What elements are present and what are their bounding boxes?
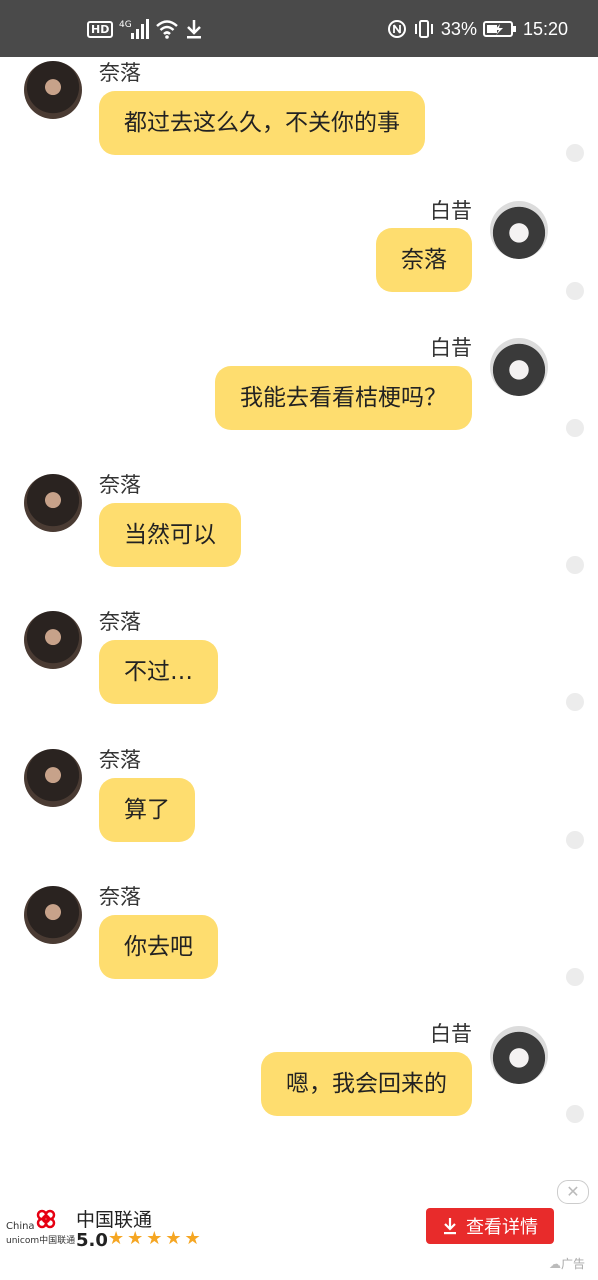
nfc-icon	[387, 19, 407, 39]
ad-close-button[interactable]: ✕	[557, 1180, 589, 1204]
signal-icon: 4G	[119, 18, 150, 40]
hd-icon: HD	[87, 20, 114, 38]
message-status-dot	[566, 831, 584, 849]
sender-name: 白昔	[430, 1022, 472, 1046]
view-details-button[interactable]: 查看详情	[426, 1208, 554, 1244]
vibrate-icon	[413, 19, 435, 39]
message-status-dot	[566, 282, 584, 300]
avatar[interactable]	[24, 61, 82, 119]
network-type-label: 4G	[119, 20, 132, 30]
avatar[interactable]	[24, 749, 82, 807]
message-bubble[interactable]: 算了	[99, 778, 195, 842]
ad-tag-label: 广告	[561, 1257, 586, 1271]
logo-text-line2: unicom中国联通	[6, 1236, 76, 1246]
message-bubble[interactable]: 都过去这么久，不关你的事	[99, 91, 425, 155]
message-bubble[interactable]: 当然可以	[99, 503, 241, 567]
sender-name: 白昔	[430, 199, 472, 223]
ad-rating: 5.0	[76, 1230, 108, 1251]
ad-banner[interactable]: China unicom中国联通 中国联通 5.0 ★★★★★ 查看详情 ✕ ☁…	[0, 1175, 598, 1280]
message-bubble[interactable]: 奈落	[376, 228, 472, 292]
avatar[interactable]	[490, 201, 548, 259]
message-status-dot	[566, 1105, 584, 1123]
message-bubble[interactable]: 你去吧	[99, 915, 218, 979]
status-bar-left: HD 4G	[87, 14, 203, 44]
message-status-dot	[566, 419, 584, 437]
sender-name: 奈落	[99, 748, 141, 772]
avatar[interactable]	[24, 886, 82, 944]
sender-name: 奈落	[99, 610, 141, 634]
sender-name: 奈落	[99, 885, 141, 909]
battery-percent: 33%	[440, 18, 477, 39]
ad-tag: ☁广告	[549, 1255, 585, 1272]
message-bubble[interactable]: 嗯，我会回来的	[261, 1052, 472, 1116]
message-status-dot	[566, 968, 584, 986]
rating-stars: ★★★★★	[108, 1228, 204, 1249]
battery-charging-icon	[482, 20, 517, 38]
wifi-icon	[155, 19, 179, 39]
sender-name: 白昔	[430, 336, 472, 360]
avatar[interactable]	[24, 611, 82, 669]
download-icon	[185, 19, 203, 39]
message-bubble[interactable]: 我能去看看桔梗吗？	[215, 366, 472, 430]
avatar[interactable]	[24, 474, 82, 532]
message-status-dot	[566, 556, 584, 574]
view-details-label: 查看详情	[466, 1217, 538, 1238]
status-bar-right: 33% 15:20	[387, 14, 568, 44]
logo-text-line1: China	[6, 1221, 35, 1232]
message-bubble[interactable]: 不过…	[99, 640, 218, 704]
chat-screen: HD 4G 33% 15:20 奈落 都过去这么久，不关你的事 白昔 奈落 白昔…	[0, 0, 598, 1280]
avatar[interactable]	[490, 1026, 548, 1084]
sender-name: 奈落	[99, 473, 141, 497]
sender-name: 奈落	[99, 61, 141, 85]
download-icon	[444, 1218, 456, 1235]
clock: 15:20	[522, 18, 568, 39]
message-status-dot	[566, 693, 584, 711]
status-bar: HD 4G 33% 15:20	[0, 0, 598, 57]
message-status-dot	[566, 144, 584, 162]
avatar[interactable]	[490, 338, 548, 396]
cloud-icon: ☁	[549, 1257, 561, 1271]
